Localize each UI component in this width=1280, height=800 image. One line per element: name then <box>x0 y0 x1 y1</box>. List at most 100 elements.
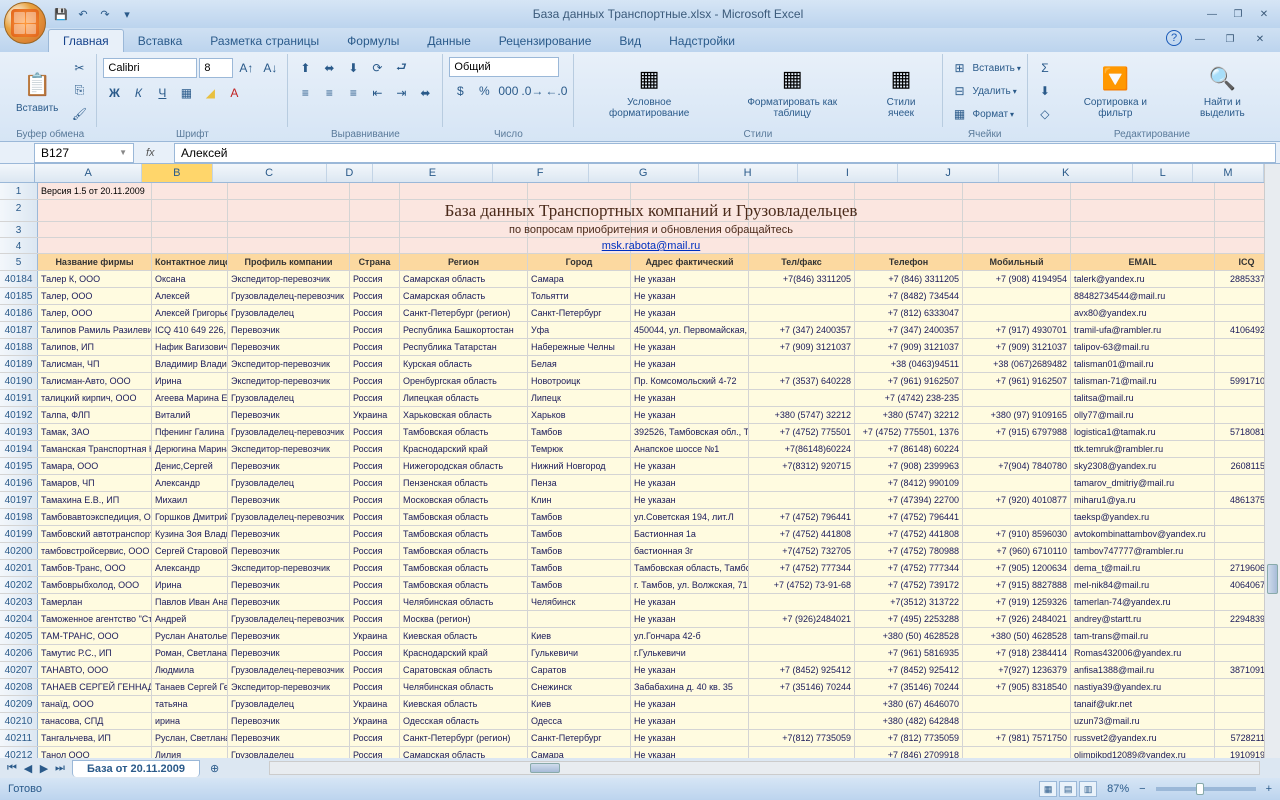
cell-styles-button[interactable]: ▦Стили ячеек <box>867 57 936 125</box>
cell[interactable]: uzun73@mail.ru <box>1071 713 1215 729</box>
cell[interactable]: Талисман, ЧП <box>38 356 152 372</box>
cell[interactable]: Пензенская область <box>400 475 528 491</box>
cell[interactable]: ул.Гончара 42-б <box>631 628 749 644</box>
cell[interactable]: ttk.temruk@rambler.ru <box>1071 441 1215 457</box>
cell[interactable]: +7 (495) 2253288 <box>855 611 963 627</box>
cell[interactable]: Тангальчева, ИП <box>38 730 152 746</box>
cell[interactable]: Город <box>528 254 631 270</box>
cell[interactable]: tam-trans@mail.ru <box>1071 628 1215 644</box>
cell[interactable] <box>749 222 855 237</box>
cell[interactable]: ул.Советская 194, лит.Л <box>631 509 749 525</box>
cell[interactable] <box>1215 200 1264 221</box>
cell[interactable]: Перевозчик <box>228 645 350 661</box>
cell[interactable] <box>152 222 228 237</box>
cell[interactable] <box>1215 509 1264 525</box>
font-size-combo[interactable] <box>199 58 233 78</box>
column-header[interactable]: E <box>373 164 492 182</box>
cell[interactable]: Пр. Комсомольский 4-72 <box>631 373 749 389</box>
cell[interactable]: Кузина Зоя Владими <box>152 526 228 542</box>
cell[interactable] <box>963 509 1071 525</box>
cell[interactable]: Россия <box>350 577 400 593</box>
tab-review[interactable]: Рецензирование <box>485 30 606 52</box>
cell[interactable]: Челябинская область <box>400 594 528 610</box>
cell[interactable]: nastiya39@yandex.ru <box>1071 679 1215 695</box>
cell[interactable]: Харьков <box>528 407 631 423</box>
cell[interactable]: Перевозчик <box>228 492 350 508</box>
doc-minimize-icon[interactable]: — <box>1188 30 1212 48</box>
cell[interactable]: Экспедитор-перевозчик <box>228 356 350 372</box>
cell[interactable]: Горшков Дмитрий К <box>152 509 228 525</box>
cell[interactable]: ирина <box>152 713 228 729</box>
cell[interactable]: танаїд, ООО <box>38 696 152 712</box>
row-header[interactable]: 40203 <box>0 594 38 610</box>
cell[interactable]: +7 (908) 4194954 <box>963 271 1071 287</box>
cell[interactable]: Лилия <box>152 747 228 758</box>
cell[interactable] <box>350 200 400 221</box>
indent-inc-icon[interactable]: ⇥ <box>390 82 412 104</box>
cell[interactable]: Киев <box>528 696 631 712</box>
cell[interactable]: Тамбовская область <box>400 424 528 440</box>
row-header[interactable]: 40201 <box>0 560 38 576</box>
cell[interactable]: Темрюк <box>528 441 631 457</box>
cell[interactable] <box>749 696 855 712</box>
cell[interactable]: ICQ <box>1215 254 1264 270</box>
cell[interactable]: talitsa@mail.ru <box>1071 390 1215 406</box>
cell[interactable]: Нижегородская область <box>400 458 528 474</box>
align-right-icon[interactable]: ≡ <box>342 82 364 104</box>
inc-decimal-icon[interactable]: .0→ <box>521 80 543 102</box>
row-header[interactable]: 5 <box>0 254 38 270</box>
cell[interactable]: Украина <box>350 696 400 712</box>
cell[interactable]: Тамбов <box>528 577 631 593</box>
cell[interactable]: +7 (846) 2709918 <box>855 747 963 758</box>
cell[interactable]: ТАНАЕВ СЕРГЕЙ ГЕННАДЬЕВ <box>38 679 152 695</box>
cell[interactable] <box>963 747 1071 758</box>
align-top-icon[interactable]: ⬆ <box>294 57 316 79</box>
delete-cells-button[interactable]: Удалить <box>973 86 1011 97</box>
row-header[interactable]: 40210 <box>0 713 38 729</box>
cell[interactable]: +7 (961) 9162507 <box>963 373 1071 389</box>
cell[interactable] <box>1071 238 1215 253</box>
cell[interactable] <box>528 183 631 199</box>
cell[interactable]: +7 (919) 1259326 <box>963 594 1071 610</box>
cell[interactable]: Россия <box>350 322 400 338</box>
cell[interactable] <box>152 200 228 221</box>
cell[interactable]: 410649226 <box>1215 322 1264 338</box>
cell[interactable]: +7 (3537) 640228 <box>749 373 855 389</box>
cell[interactable]: 229483972 <box>1215 611 1264 627</box>
cell[interactable]: Тамбовская область <box>400 560 528 576</box>
cell[interactable] <box>152 183 228 199</box>
cell[interactable]: +38 (067)2689482 <box>963 356 1071 372</box>
cell[interactable]: Не указан <box>631 696 749 712</box>
cell[interactable]: Тамбовская область <box>400 509 528 525</box>
cell[interactable] <box>631 238 749 253</box>
cell[interactable]: Пфенинг Галина <box>152 424 228 440</box>
cell[interactable]: +7 (905) 1200634 <box>963 560 1071 576</box>
cell[interactable]: Клин <box>528 492 631 508</box>
border-icon[interactable]: ▦ <box>175 82 197 104</box>
cell[interactable]: talisman01@mail.ru <box>1071 356 1215 372</box>
cell[interactable]: Россия <box>350 730 400 746</box>
row-header[interactable]: 40204 <box>0 611 38 627</box>
cell[interactable] <box>528 200 631 221</box>
cell[interactable]: ICQ 410 649 226, Ра <box>152 322 228 338</box>
cell[interactable]: Тамбов <box>528 560 631 576</box>
cell[interactable]: Россия <box>350 305 400 321</box>
column-header[interactable]: L <box>1133 164 1193 182</box>
cell[interactable] <box>1215 390 1264 406</box>
cell[interactable]: Танаев Сергей Генна <box>152 679 228 695</box>
row-header[interactable]: 40199 <box>0 526 38 542</box>
cell[interactable]: Россия <box>350 594 400 610</box>
cell[interactable]: Курская область <box>400 356 528 372</box>
cell[interactable]: andrey@startt.ru <box>1071 611 1215 627</box>
row-header[interactable]: 40194 <box>0 441 38 457</box>
cell[interactable]: +7 (347) 2400357 <box>749 322 855 338</box>
column-header[interactable]: C <box>213 164 327 182</box>
cell[interactable] <box>749 747 855 758</box>
cell[interactable] <box>749 390 855 406</box>
row-header[interactable]: 40212 <box>0 747 38 758</box>
cell[interactable]: +7(4752) 732705 <box>749 543 855 559</box>
close-icon[interactable]: ✕ <box>1252 5 1276 23</box>
cell[interactable]: Грузовладелец <box>228 390 350 406</box>
cell[interactable]: Перевозчик <box>228 713 350 729</box>
cell[interactable]: +7 (812) 7735059 <box>855 730 963 746</box>
